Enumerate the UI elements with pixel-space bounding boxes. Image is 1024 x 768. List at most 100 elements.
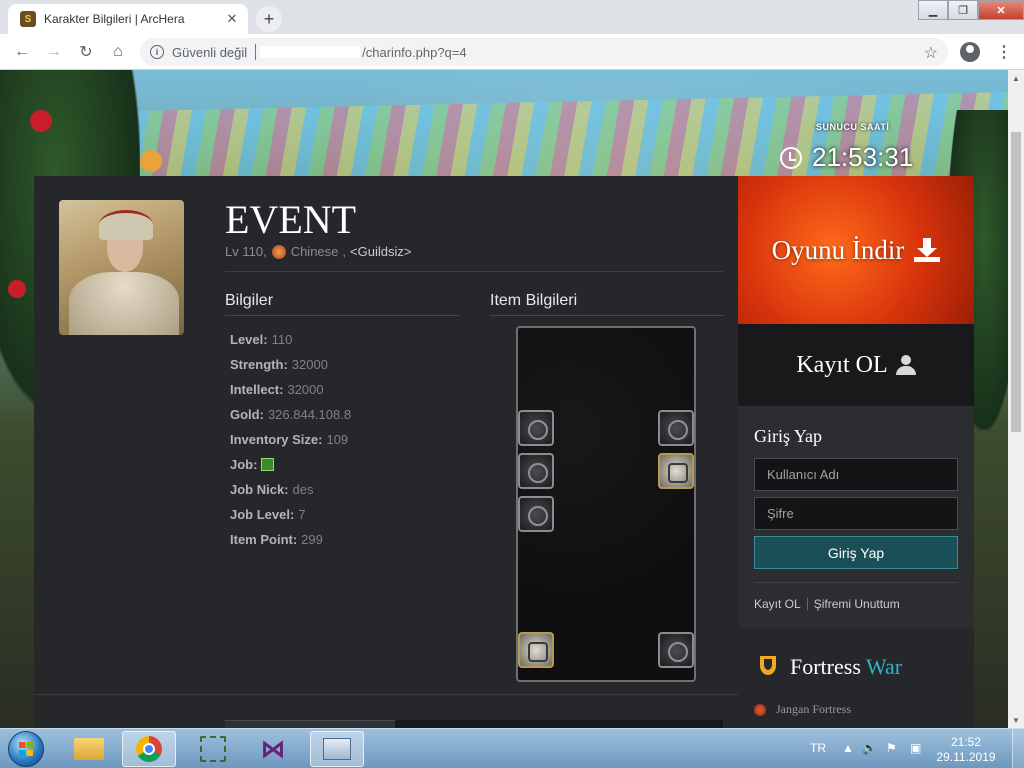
taskbar-clock[interactable]: 21:52 29.11.2019 xyxy=(936,735,996,765)
stat-value: des xyxy=(292,482,314,497)
stat-value: 32000 xyxy=(291,357,328,372)
browser-tab[interactable]: S Karakter Bilgileri | ArcHera ✕ xyxy=(8,4,248,34)
stat-value: 109 xyxy=(326,432,349,447)
server-time-value: 21:53:31 xyxy=(812,142,914,172)
character-level: Lv 110, xyxy=(225,244,267,259)
stat-row: Intellect: 32000 xyxy=(230,377,460,402)
equipment-slot-empty-icon[interactable] xyxy=(518,453,554,489)
register-button[interactable]: Kayıt OL xyxy=(738,324,974,406)
flag-icon[interactable]: ⚑ xyxy=(886,741,897,755)
equipment-slot-empty-icon[interactable] xyxy=(658,410,694,446)
ornament-icon xyxy=(140,150,162,172)
info-icon[interactable]: i xyxy=(150,45,164,59)
new-tab-button[interactable]: + xyxy=(256,6,282,32)
fortress-list-item[interactable]: Jangan Fortress xyxy=(754,702,851,717)
stat-label: Job: xyxy=(230,457,258,472)
account-icon[interactable] xyxy=(960,42,980,62)
stat-value: 7 xyxy=(298,507,306,522)
job-class-icon xyxy=(261,458,275,471)
stat-label: Job Nick: xyxy=(230,482,289,497)
equipment-slot-empty-icon[interactable] xyxy=(518,410,554,446)
link-separator xyxy=(806,598,808,610)
stat-row: Gold: 326.844.108.8 xyxy=(230,402,460,427)
stat-label: Job Level: xyxy=(230,507,295,522)
equipped-item-icon[interactable] xyxy=(518,632,554,668)
reload-icon[interactable]: ↻ xyxy=(76,42,96,62)
tray-expand-icon[interactable]: ▲ xyxy=(842,741,854,755)
character-guild[interactable]: <Guildsiz> xyxy=(350,244,411,259)
clock-icon xyxy=(780,146,802,169)
character-panel: EVENT Lv 110, Chinese , <Guildsiz> Bilgi… xyxy=(34,176,738,728)
forgot-password-link[interactable]: Şifremi Unuttum xyxy=(814,597,900,611)
equipment-slot-empty-icon[interactable] xyxy=(518,496,554,532)
url-path: /charinfo.php?q=4 xyxy=(362,44,467,60)
equipment-slot-empty-icon[interactable] xyxy=(658,632,694,668)
character-nation: Chinese xyxy=(290,244,339,259)
back-arrow-icon[interactable]: ← xyxy=(12,42,32,62)
stat-row: Inventory Size: 109 xyxy=(230,427,460,452)
bookmark-star-icon[interactable]: ☆ xyxy=(924,43,938,63)
ornament-icon xyxy=(30,110,52,132)
scroll-down-icon[interactable]: ▼ xyxy=(1008,712,1024,728)
avatar-armor xyxy=(69,272,179,335)
server-time-label: SUNUCU SAATİ xyxy=(816,122,890,132)
register-link[interactable]: Kayıt OL xyxy=(754,597,801,611)
tab-close-icon[interactable]: ✕ xyxy=(224,11,240,27)
security-indicator: Güvenli değil xyxy=(172,44,248,60)
language-indicator[interactable]: TR xyxy=(810,741,826,755)
equipped-item-icon[interactable] xyxy=(658,453,694,489)
taskbar-visual-studio[interactable]: ⋈ xyxy=(246,731,300,767)
browser-tab-bar: S Karakter Bilgileri | ArcHera ✕ + ▁ ❐ ✕ xyxy=(0,0,1024,34)
download-game-button[interactable]: Oyunu İndir xyxy=(738,176,974,324)
taskbar-tool[interactable] xyxy=(186,731,240,767)
stat-row: Job: xyxy=(230,452,460,477)
fortress-name: Jangan Fortress xyxy=(776,702,851,716)
ornament-icon xyxy=(8,280,26,298)
fortress-title-main: Fortress xyxy=(790,654,861,679)
password-input[interactable] xyxy=(754,497,958,530)
forward-arrow-icon[interactable]: → xyxy=(44,42,64,62)
stat-value: 110 xyxy=(271,332,293,347)
stat-row: Job Nick: des xyxy=(230,477,460,502)
address-bar[interactable]: i Güvenli değil /charinfo.php?q=4 ☆ xyxy=(140,38,948,66)
stat-label: Gold: xyxy=(230,407,264,422)
nation-icon xyxy=(271,244,286,259)
stat-label: Level: xyxy=(230,332,268,347)
home-icon[interactable]: ⌂ xyxy=(108,42,128,62)
taskbar-remote-desktop[interactable] xyxy=(310,731,364,767)
network-icon[interactable]: ▣ xyxy=(910,741,921,755)
web-page: SUNUCU SAATİ 21:53:31 EVENT Lv 110, Chin… xyxy=(0,70,1008,728)
site-favicon-icon: S xyxy=(20,11,36,27)
download-label: Oyunu İndir xyxy=(771,234,905,265)
user-icon xyxy=(895,355,916,375)
visual-studio-icon: ⋈ xyxy=(261,735,285,763)
minimize-button[interactable]: ▁ xyxy=(918,0,948,20)
content-divider xyxy=(34,694,738,695)
character-name: EVENT xyxy=(225,197,357,242)
login-submit-button[interactable]: Giriş Yap xyxy=(754,536,958,569)
fortress-war-title: Fortress War xyxy=(790,654,902,680)
bottom-tab[interactable] xyxy=(225,720,395,728)
close-window-button[interactable]: ✕ xyxy=(978,0,1024,20)
remote-desktop-icon xyxy=(323,738,351,760)
scroll-up-icon[interactable]: ▲ xyxy=(1008,70,1024,86)
stat-label: Intellect: xyxy=(230,382,284,397)
maximize-button[interactable]: ❐ xyxy=(948,0,978,20)
volume-icon[interactable]: 🔈 xyxy=(862,741,877,755)
info-section-underline xyxy=(225,315,459,316)
info-section-title: Bilgiler xyxy=(225,292,274,309)
browser-menu-icon[interactable]: ⋮ xyxy=(996,42,1012,62)
address-separator xyxy=(255,44,257,60)
start-button[interactable] xyxy=(8,731,44,767)
download-icon xyxy=(914,238,941,262)
login-divider xyxy=(754,582,958,583)
chrome-icon xyxy=(136,736,162,762)
bottom-bar xyxy=(395,720,723,728)
show-desktop-button[interactable] xyxy=(1012,729,1024,768)
page-scrollbar[interactable]: ▲ ▼ xyxy=(1008,70,1024,728)
taskbar-explorer[interactable] xyxy=(62,731,116,767)
username-input[interactable] xyxy=(754,458,958,491)
snipping-tool-icon xyxy=(200,736,226,762)
scrollbar-thumb[interactable] xyxy=(1011,132,1021,432)
taskbar-chrome[interactable] xyxy=(122,731,176,767)
